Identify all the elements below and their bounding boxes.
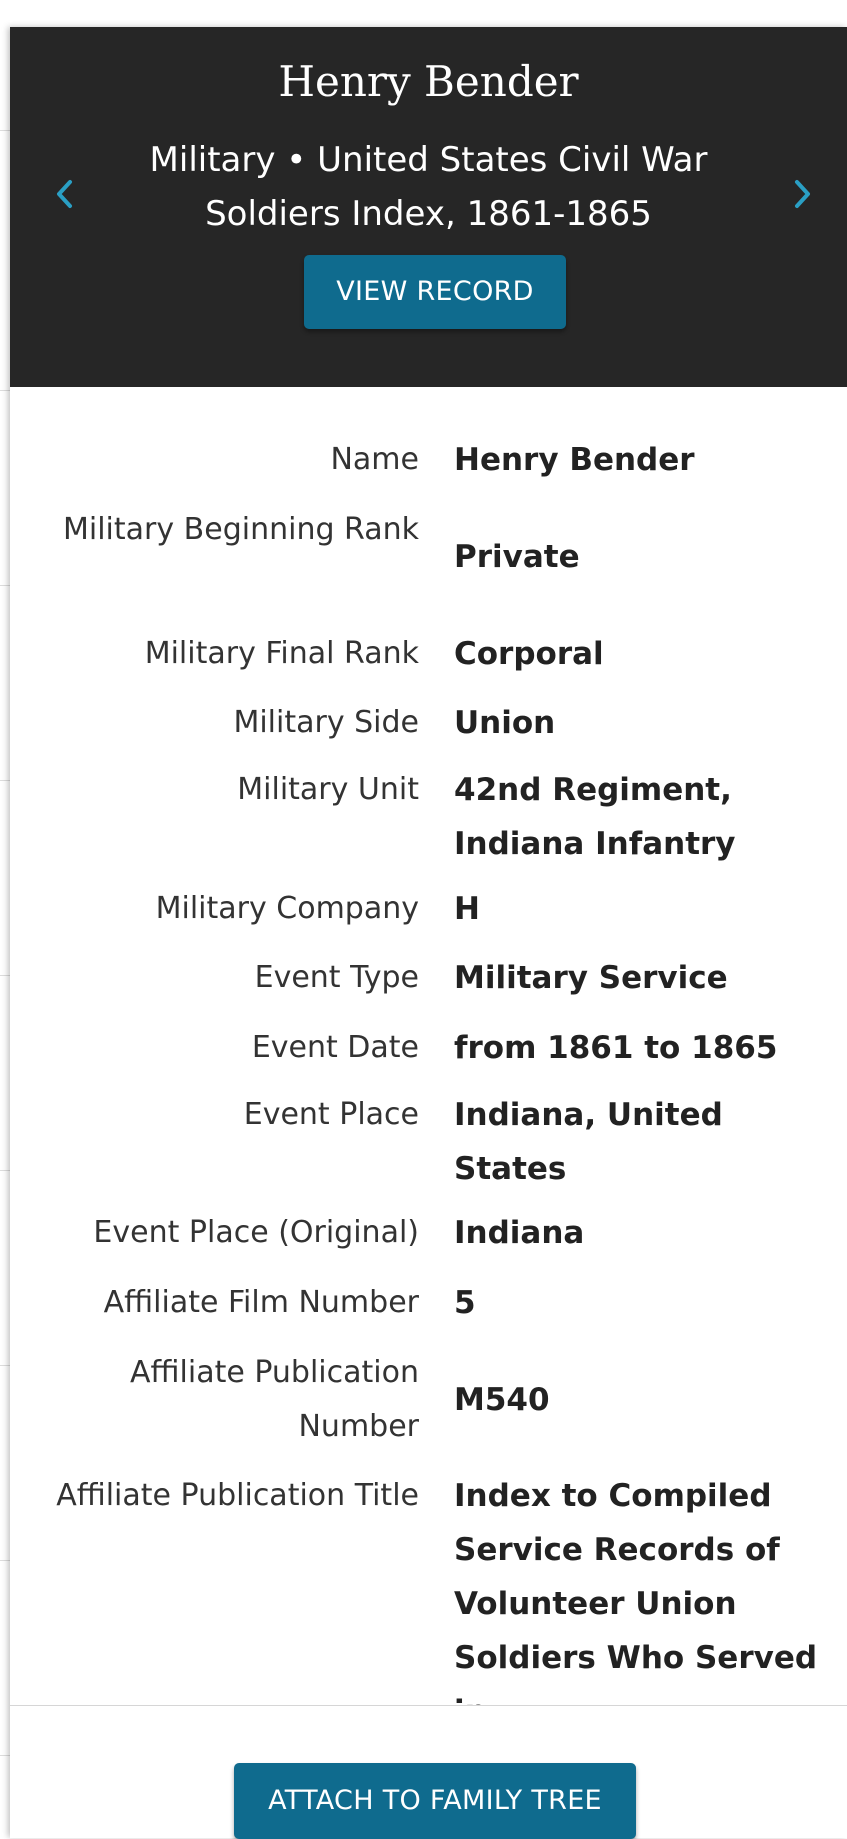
detail-value: Military Service — [454, 960, 728, 996]
detail-label: Military Unit — [237, 772, 419, 807]
detail-value: M540 — [454, 1382, 550, 1418]
view-record-button[interactable]: VIEW RECORD — [304, 255, 566, 329]
detail-value: 5 — [454, 1285, 476, 1321]
background-divider — [0, 1755, 10, 1756]
next-record-button[interactable] — [787, 172, 817, 216]
record-collection-subtitle: Military • United States Civil War Soldi… — [149, 140, 708, 234]
detail-value: Indiana, United States — [454, 1097, 723, 1187]
attach-to-family-tree-button[interactable]: ATTACH TO FAMILY TREE — [234, 1763, 636, 1839]
previous-record-button[interactable] — [50, 172, 80, 216]
detail-value: H — [454, 891, 480, 927]
background-divider — [0, 585, 10, 586]
background-divider — [0, 780, 10, 781]
detail-label: Military Company — [155, 891, 419, 926]
detail-value: 42nd Regiment, Indiana Infantry — [454, 772, 736, 862]
detail-value: Private — [454, 539, 580, 575]
record-title: Henry Bender — [278, 57, 579, 106]
detail-label: Affiliate Publication Number — [130, 1355, 419, 1444]
detail-label: Military Final Rank — [144, 636, 419, 671]
background-divider — [0, 130, 10, 131]
background-divider — [0, 1170, 10, 1171]
detail-value: Corporal — [454, 636, 604, 672]
background-divider — [0, 390, 10, 391]
detail-label: Affiliate Film Number — [103, 1285, 419, 1320]
chevron-right-icon — [795, 180, 810, 208]
detail-label: Military Side — [233, 705, 419, 740]
record-detail-panel: Henry Bender Military • United States Ci… — [10, 27, 847, 1839]
record-header: Henry Bender Military • United States Ci… — [10, 27, 847, 387]
detail-value: Union — [454, 705, 556, 741]
chevron-left-icon — [57, 180, 72, 208]
record-footer: ATTACH TO FAMILY TREE — [10, 1705, 847, 1839]
detail-label: Name — [330, 442, 419, 477]
detail-label: Event Type — [254, 960, 419, 995]
background-divider — [0, 1560, 10, 1561]
detail-label: Event Place — [243, 1097, 419, 1132]
detail-value: Indiana — [454, 1215, 585, 1251]
background-divider — [0, 1365, 10, 1366]
detail-value: Henry Bender — [454, 442, 695, 478]
detail-value: Index to Compiled Service Records of Vol… — [454, 1478, 818, 1730]
detail-label: Event Date — [251, 1030, 419, 1065]
detail-value: from 1861 to 1865 — [454, 1030, 778, 1066]
detail-label: Military Beginning Rank — [63, 512, 419, 547]
detail-label: Affiliate Publication Title — [56, 1478, 419, 1513]
detail-label: Event Place (Original) — [93, 1215, 419, 1250]
background-divider — [0, 975, 10, 976]
